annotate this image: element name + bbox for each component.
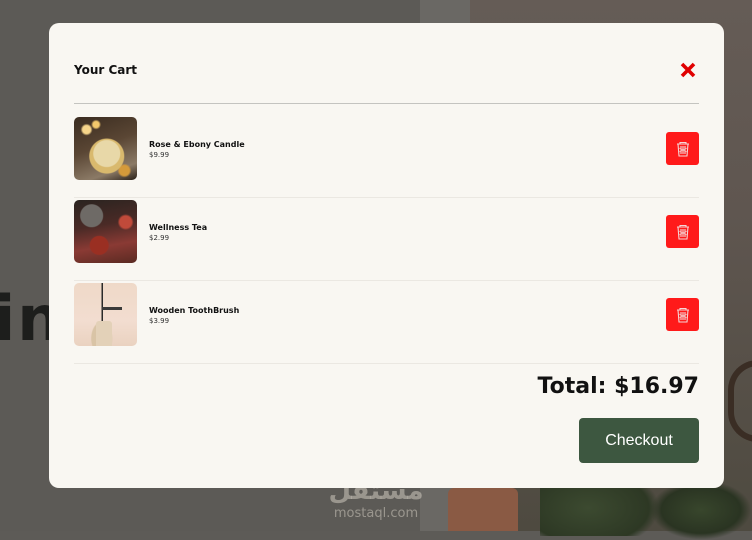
close-x-icon bbox=[680, 62, 696, 78]
item-name: Wellness Tea bbox=[149, 223, 208, 232]
cart-modal: Your Cart Rose & Ebony Candle $9.99 Well… bbox=[49, 23, 724, 488]
item-info: Rose & Ebony Candle $9.99 bbox=[149, 139, 245, 160]
close-button[interactable] bbox=[679, 61, 697, 79]
trash-icon bbox=[676, 224, 689, 240]
cart-items-list: Rose & Ebony Candle $9.99 Wellness Tea $… bbox=[74, 115, 699, 364]
toothbrush-shape bbox=[102, 307, 122, 310]
item-info: Wellness Tea $2.99 bbox=[149, 222, 207, 243]
cart-item: Rose & Ebony Candle $9.99 bbox=[74, 115, 699, 198]
cart-item: Wellness Tea $2.99 bbox=[74, 198, 699, 281]
cart-header: Your Cart bbox=[74, 61, 699, 101]
cart-item: Wooden ToothBrush $3.99 bbox=[74, 281, 699, 364]
header-divider bbox=[74, 103, 699, 104]
item-info: Wooden ToothBrush $3.99 bbox=[149, 305, 239, 326]
trash-icon bbox=[676, 307, 689, 323]
delete-item-button[interactable] bbox=[666, 215, 699, 248]
item-price: $2.99 bbox=[149, 234, 170, 242]
candle-photo bbox=[74, 117, 137, 180]
item-price: $9.99 bbox=[149, 151, 170, 159]
tea-photo bbox=[74, 200, 137, 263]
toothbrush-photo bbox=[74, 283, 137, 346]
item-name: Rose & Ebony Candle bbox=[149, 140, 245, 149]
cart-total: Total: $16.97 bbox=[537, 374, 699, 399]
cart-title: Your Cart bbox=[74, 63, 138, 77]
delete-item-button[interactable] bbox=[666, 298, 699, 331]
delete-item-button[interactable] bbox=[666, 132, 699, 165]
watermark-latin: mostaql.com bbox=[333, 506, 419, 521]
item-price: $3.99 bbox=[149, 317, 170, 325]
trash-icon bbox=[676, 141, 689, 157]
toothbrush-cup-shape bbox=[96, 321, 112, 346]
item-name: Wooden ToothBrush bbox=[149, 306, 240, 315]
checkout-button[interactable]: Checkout bbox=[579, 418, 699, 463]
